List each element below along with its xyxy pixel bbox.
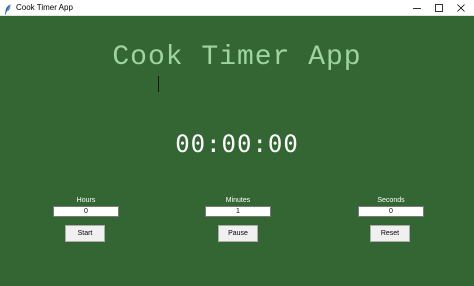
hours-input[interactable] [53, 206, 119, 217]
window-title: Cook Timer App [16, 3, 73, 12]
main-content: Cook Timer App 00:00:00 Hours Minutes Se… [0, 16, 474, 286]
text-cursor [158, 76, 159, 92]
app-window: Cook Timer App Cook Timer App 00:00:00 H… [0, 0, 474, 286]
hours-group: Hours [53, 196, 119, 217]
title-bar: Cook Timer App [0, 0, 474, 16]
app-heading: Cook Timer App [112, 42, 362, 73]
seconds-input[interactable] [358, 206, 424, 217]
timer-display: 00:00:00 [175, 130, 299, 158]
seconds-label: Seconds [377, 197, 405, 204]
close-icon[interactable] [448, 0, 474, 15]
reset-button[interactable]: Reset [370, 225, 410, 242]
hours-label: Hours [76, 197, 96, 204]
feather-icon [4, 2, 12, 15]
start-button[interactable]: Start [65, 225, 105, 242]
minutes-input[interactable] [205, 206, 271, 217]
minutes-group: Minutes [205, 196, 271, 217]
minutes-label: Minutes [225, 197, 251, 204]
pause-button[interactable]: Pause [218, 225, 258, 242]
seconds-group: Seconds [358, 196, 424, 217]
